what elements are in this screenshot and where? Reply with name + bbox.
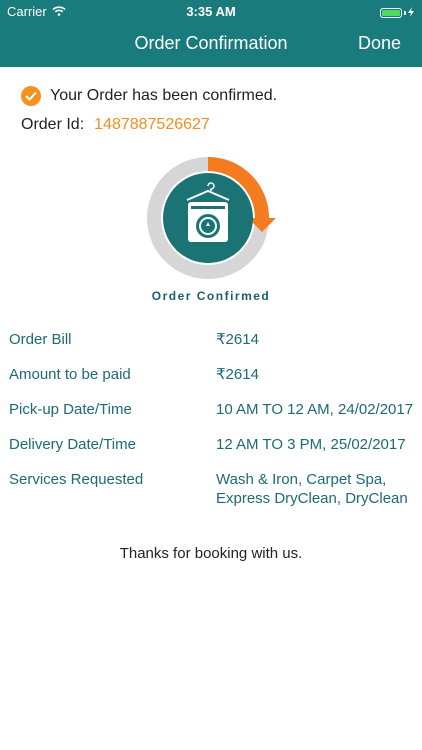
check-icon bbox=[21, 86, 41, 106]
header: Carrier 3:35 AM Order Confirmation Done bbox=[0, 0, 422, 67]
detail-row-order-bill: Order Bill ₹2614 bbox=[9, 330, 419, 349]
status-time: 3:35 AM bbox=[186, 4, 236, 19]
detail-value: ₹2614 bbox=[216, 366, 259, 383]
order-status-graphic bbox=[140, 156, 280, 281]
detail-label: Amount to be paid bbox=[9, 366, 131, 383]
detail-value: ₹2614 bbox=[216, 331, 259, 348]
order-id-label: Order Id: bbox=[21, 116, 85, 133]
battery-indicator bbox=[380, 5, 414, 20]
done-button[interactable]: Done bbox=[358, 33, 401, 54]
detail-label: Pick-up Date/Time bbox=[9, 401, 132, 418]
battery-icon bbox=[380, 7, 402, 18]
confirmation-message: Your Order has been confirmed. bbox=[21, 86, 277, 106]
thanks-message: Thanks for booking with us. bbox=[119, 545, 303, 562]
order-details: Order Bill ₹2614 Amount to be paid ₹2614… bbox=[9, 330, 419, 524]
order-id: Order Id: 1487887526627 bbox=[21, 116, 210, 134]
detail-row-services: Services Requested Wash & Iron, Carpet S… bbox=[9, 470, 419, 508]
confirmation-text: Your Order has been confirmed. bbox=[50, 87, 278, 104]
status-bar: Carrier 3:35 AM bbox=[0, 0, 422, 22]
order-id-value: 1487887526627 bbox=[94, 116, 210, 133]
detail-label: Delivery Date/Time bbox=[9, 436, 136, 453]
detail-label: Services Requested bbox=[9, 471, 144, 488]
detail-label: Order Bill bbox=[9, 331, 72, 348]
detail-row-amount: Amount to be paid ₹2614 bbox=[9, 365, 419, 384]
order-status-label: Order Confirmed bbox=[151, 289, 271, 303]
charging-icon bbox=[408, 5, 414, 20]
detail-value: Wash & Iron, Carpet Spa, Express DryClea… bbox=[216, 471, 408, 507]
detail-value: 12 AM TO 3 PM, 25/02/2017 bbox=[216, 436, 406, 453]
detail-value: 10 AM TO 12 AM, 24/02/2017 bbox=[216, 401, 414, 418]
detail-row-delivery: Delivery Date/Time 12 AM TO 3 PM, 25/02/… bbox=[9, 435, 419, 454]
detail-row-pickup: Pick-up Date/Time 10 AM TO 12 AM, 24/02/… bbox=[9, 400, 419, 419]
